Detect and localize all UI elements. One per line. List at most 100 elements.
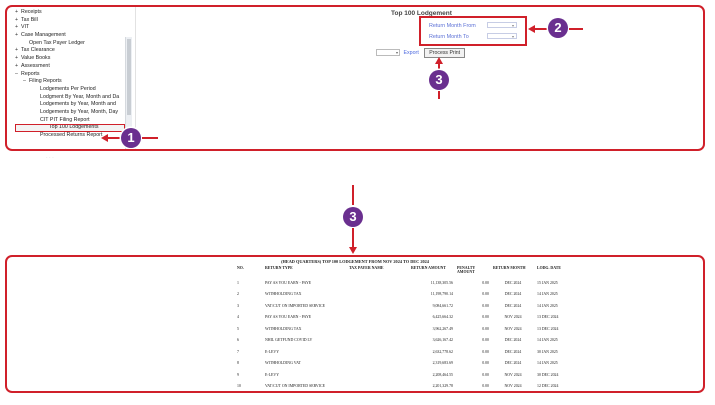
sidebar-item[interactable]: CIT PIT Filing Report (15, 117, 125, 125)
sidebar-item[interactable]: Lodgements by Year, Month and (15, 101, 125, 109)
return-month-from-select[interactable]: ▾ (487, 22, 517, 28)
table-cell (347, 369, 409, 381)
arrow-1-line (107, 137, 121, 139)
table-cell: 0.00 (482, 303, 489, 308)
step-badge-3: 3 (429, 70, 449, 90)
sidebar-item[interactable]: + VIT (15, 24, 125, 32)
sidebar-item[interactable]: Top 100 Lodgements (15, 124, 125, 132)
table-cell: DEC 2024 (504, 338, 522, 343)
sidebar-item-label: Processed Returns Report (40, 132, 103, 138)
sidebar-item-label: CIT PIT Filing Report (40, 116, 90, 123)
month-filter-box: Return Month From ▾ Return Month To ▾ (419, 16, 527, 46)
arrow-2-tail (569, 28, 583, 30)
table-cell: 4 (237, 315, 239, 320)
table-row: 10 VAT/CUT ON IMPORTED SERVICE 2,201,329.7… (235, 381, 563, 392)
table-cell: 0.00 (482, 280, 489, 285)
table-cell (347, 346, 409, 358)
table-cell: E-LEVY (265, 349, 280, 354)
sidebar-item[interactable]: + Receipts (15, 9, 125, 17)
table-cell: 0.00 (482, 338, 489, 343)
sidebar-item[interactable]: – Reports (15, 71, 125, 79)
table-cell: 30 DEC 2024 (537, 372, 559, 377)
sidebar-item-label: Case Management (21, 32, 66, 39)
report-header-row: NO. RETURN TYPE TAX PAYER NAME RETURN AMOUN… (235, 266, 563, 277)
sidebar-scrollbar-thumb[interactable] (127, 39, 131, 115)
return-month-to-select[interactable]: ▾ (487, 33, 517, 39)
table-cell: 10 (237, 384, 241, 389)
table-row: 9 E-LEVY 2,208,464.55 0.00 NOV 2024 30 DEC 20… (235, 369, 563, 381)
table-cell: NOV 2024 (504, 315, 522, 320)
table-cell (347, 358, 409, 370)
app-screenshot-panel: + Receipts + Tax Bill + VIT + Case Management Op… (5, 5, 705, 151)
table-cell: 8 (237, 361, 239, 366)
process-print-button[interactable]: Process Print (424, 48, 466, 58)
table-cell: NOV 2024 (504, 372, 522, 377)
return-month-to-row: Return Month To ▾ (429, 33, 517, 40)
table-cell: 3,962,267.49 (432, 326, 453, 331)
table-cell: 30 JAN 2025 (537, 349, 558, 354)
table-cell: DEC 2024 (504, 292, 522, 297)
table-cell: E-LEVY (265, 372, 280, 377)
table-cell: 6,425,664.32 (432, 315, 453, 320)
table-cell: DEC 2024 (504, 303, 522, 308)
table-cell: 11 (235, 392, 263, 393)
sidebar-item[interactable]: + Case Management (15, 32, 125, 40)
arrow-2-line (534, 28, 548, 30)
table-cell (347, 312, 409, 324)
table-cell: WITHHOLDING VAT (265, 361, 301, 366)
arrow-1-tail (142, 137, 158, 139)
sidebar-item-label: Lodgements Per Period (40, 85, 96, 92)
table-row: 3 VAT/CUT ON IMPORTED SERVICE 9,084,661.72… (235, 300, 563, 312)
panel-divider (135, 7, 136, 149)
table-cell: 13 DEC 2024 (535, 392, 563, 393)
table-cell: 14 JAN 2025 (537, 292, 558, 297)
table-cell: NOV 2024 (504, 326, 522, 331)
table-cell: NOV 2024 (491, 392, 535, 393)
arrow-3b-tail (352, 185, 354, 205)
table-row: 1 PAY AS YOU EARN - PAYE 11,138,305.56 0.00… (235, 277, 563, 289)
report-column-header: PENALTY AMOUNT (457, 266, 476, 275)
sidebar-item[interactable]: Lodgements by Year, Month, Day (15, 109, 125, 117)
table-cell (347, 289, 409, 301)
sidebar-item[interactable]: + Assessment (15, 63, 125, 71)
sidebar-nav-tree: + Receipts + Tax Bill + VIT + Case Management Op… (15, 9, 125, 149)
table-cell: 5 (237, 326, 239, 331)
sidebar-item-label: Assessment (21, 62, 50, 69)
table-cell: DEC 2024 (504, 361, 522, 366)
table-cell: 2,632,778.62 (432, 349, 453, 354)
export-format-select[interactable]: ▾ (376, 49, 400, 57)
sidebar-item-label: Value Books (21, 55, 51, 62)
table-cell: WITHHOLDING TAX (265, 292, 302, 297)
table-cell: NOV 2024 (504, 384, 522, 389)
sidebar-item[interactable]: Open Tax Payer Ledger (15, 40, 125, 48)
table-cell (347, 323, 409, 335)
sidebar-item[interactable]: Lodgements Per Period (15, 86, 125, 94)
sidebar-item-label: Tax Bill (21, 16, 38, 23)
report-toolbar: ▾ Export Process Print (376, 48, 466, 58)
table-cell: 14 JAN 2025 (537, 303, 558, 308)
report-body: 1 PAY AS YOU EARN - PAYE 11,138,305.56 0.00… (235, 277, 563, 393)
table-cell: VAT/CUT ON IMPORTED SERVICE (265, 384, 325, 389)
step-badge-2: 2 (548, 18, 568, 38)
sidebar-item-label: Lodgements by Year, Month and (40, 101, 116, 108)
table-cell: 9,084,661.72 (432, 303, 453, 308)
report-column-header: RETURN MONTH (493, 266, 526, 270)
sidebar-item[interactable]: Lodgment By Year, Month and Da (15, 94, 125, 102)
sidebar-item-label: Lodgment By Year, Month and Da (40, 93, 120, 100)
arrow-3-line (438, 63, 440, 70)
report-column-header: NO. (237, 266, 244, 270)
sidebar-item-label: Top 100 Lodgements (49, 124, 99, 131)
sidebar-item-label: Open Tax Payer Ledger (29, 39, 85, 46)
sidebar-item[interactable]: + Value Books (15, 55, 125, 63)
table-cell: PAY AS YOU EARN - PAYE (265, 315, 312, 320)
sidebar-item[interactable]: + Tax Bill (15, 17, 125, 25)
table-cell: NHIL GETFUND COVID LV (265, 338, 313, 343)
table-cell: 2,201,329.78 (432, 384, 453, 389)
report-preview-panel: (HEAD QUARTERS) TOP 100 LODGEMENT FROM N… (5, 255, 705, 393)
sidebar-item[interactable]: + Tax Clearance (15, 47, 125, 55)
table-cell: 12 DEC 2024 (537, 384, 559, 389)
sidebar-item-label: Reports (21, 70, 40, 77)
sidebar-item[interactable]: – Filing Reports (15, 78, 125, 86)
table-cell: 0.00 (482, 292, 489, 297)
export-link[interactable]: Export (403, 50, 418, 56)
